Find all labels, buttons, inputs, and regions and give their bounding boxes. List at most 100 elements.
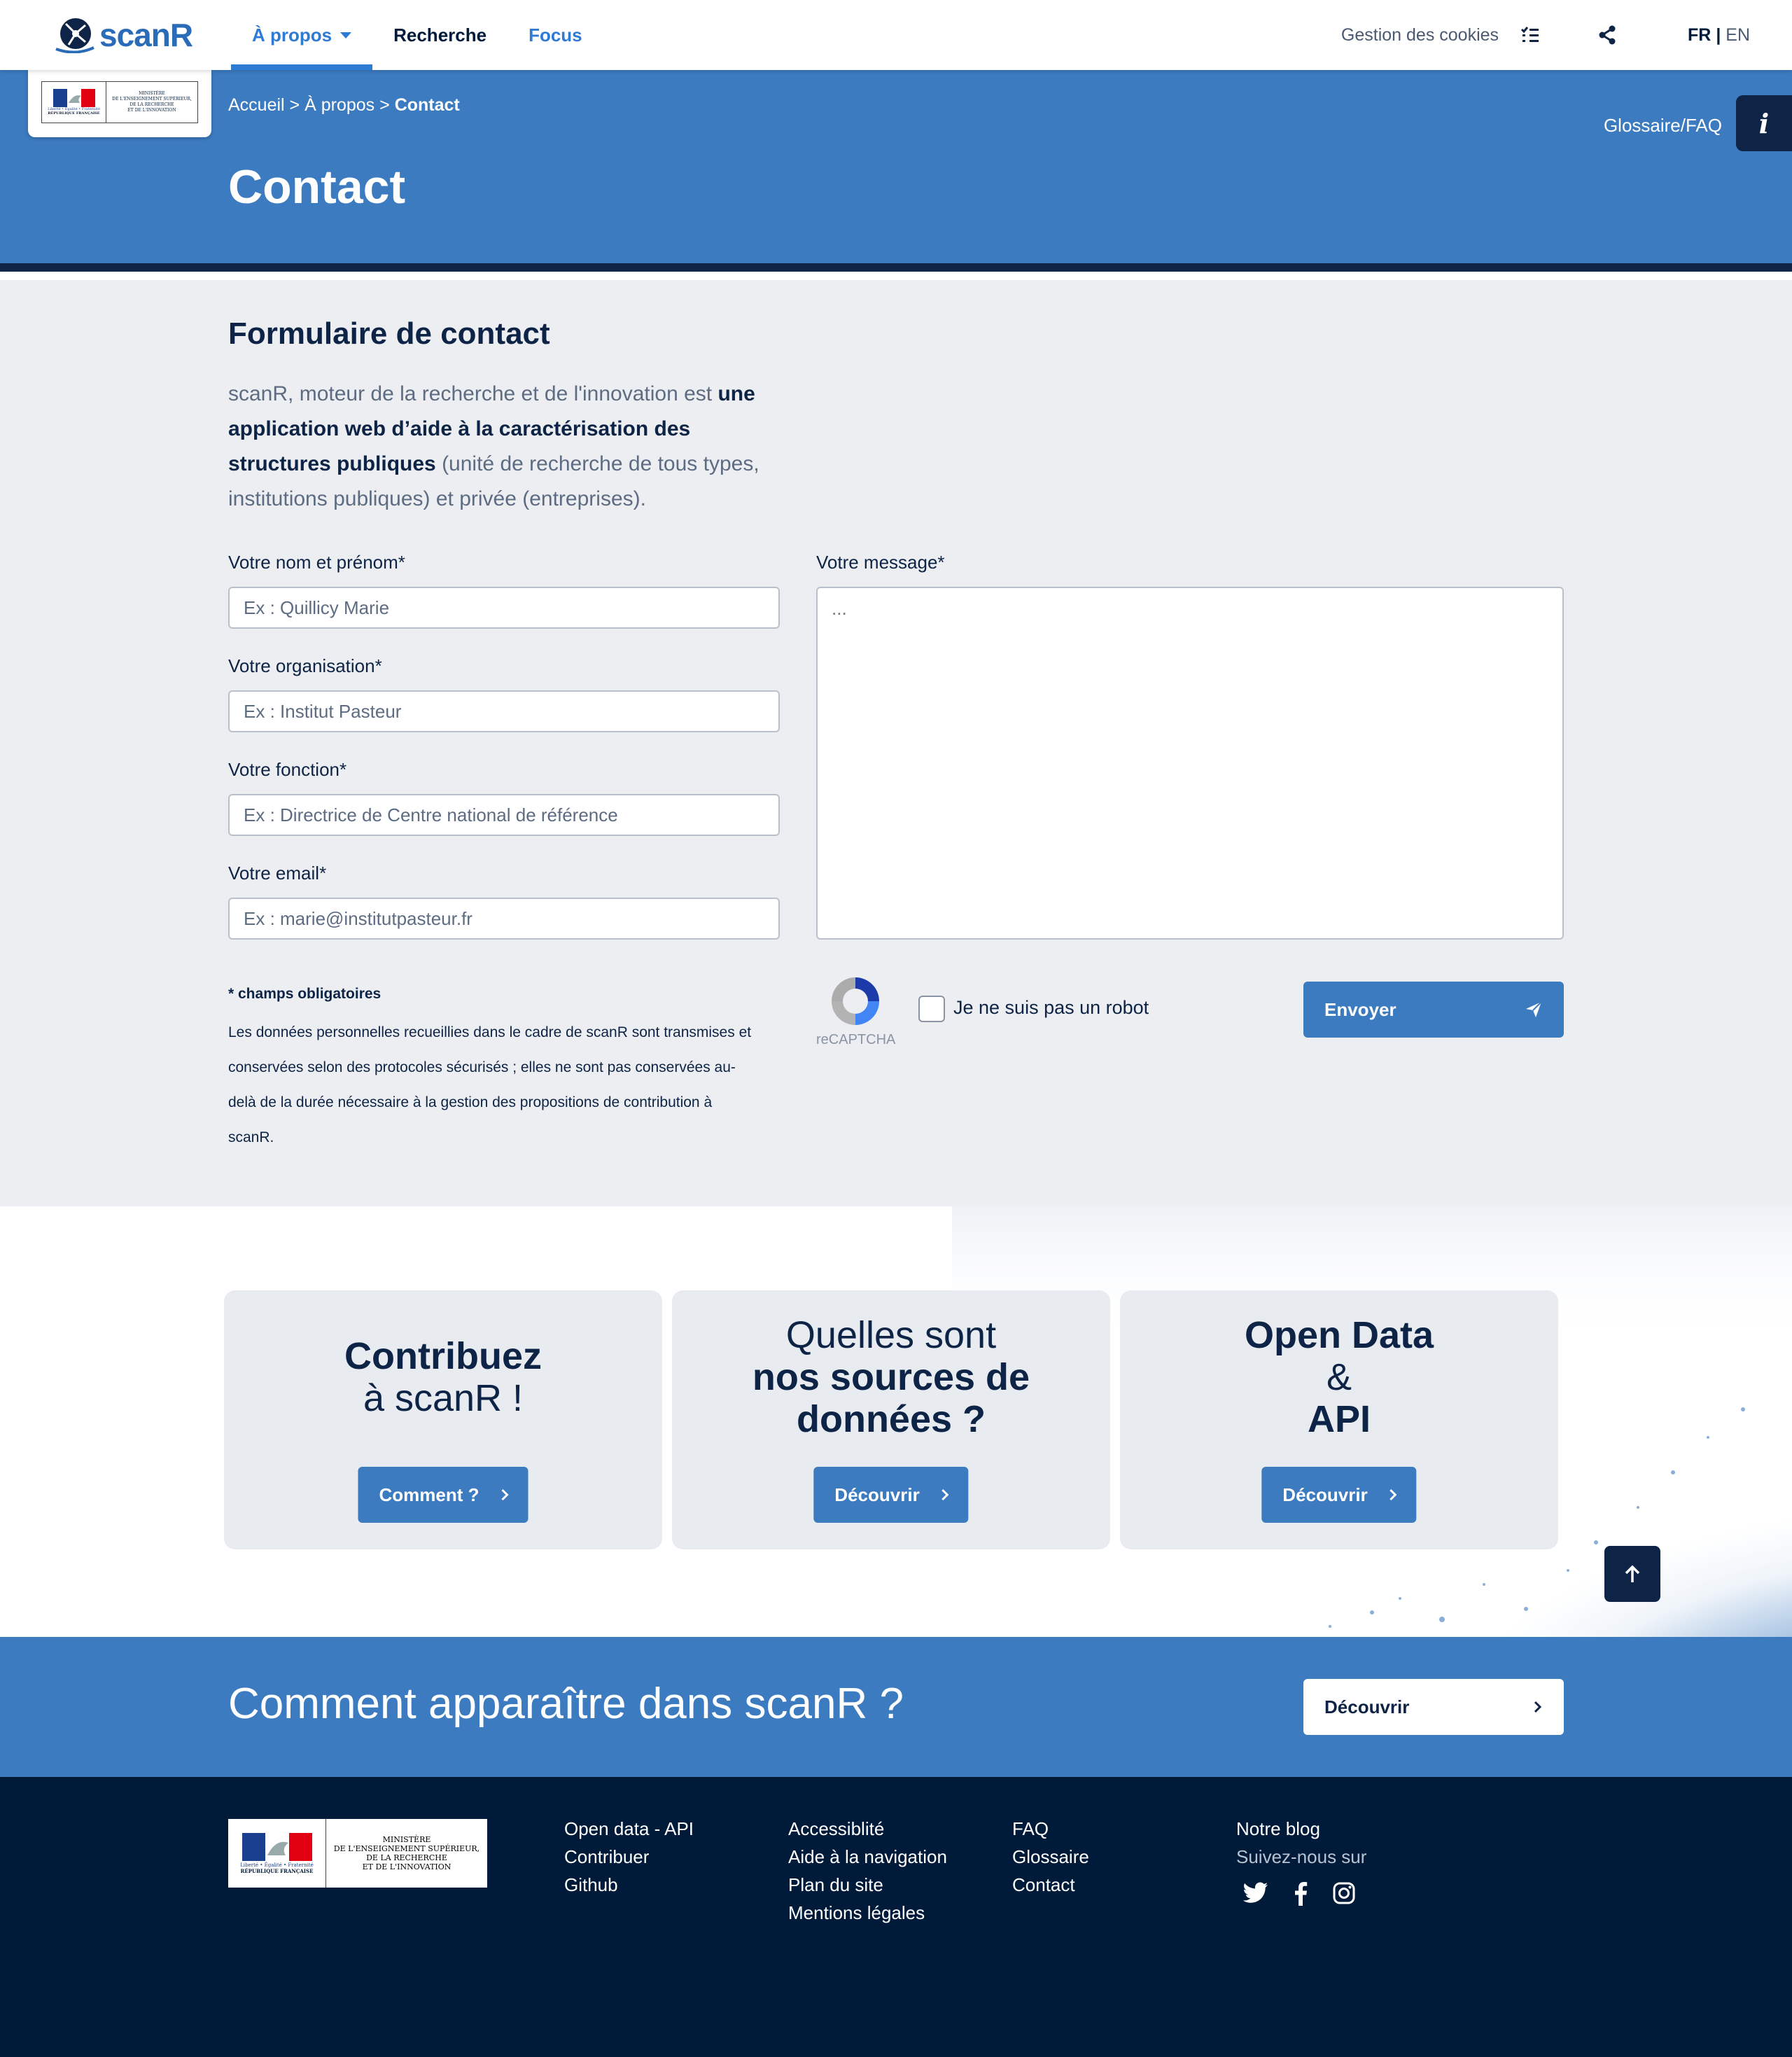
back-to-top-button[interactable] [1604,1546,1660,1602]
footer-link[interactable]: Open data - API [564,1815,694,1843]
footer-link[interactable]: FAQ [1012,1815,1089,1843]
footer-col-social: Notre blog Suivez-nous sur [1236,1815,1366,1906]
footer-link[interactable]: Github [564,1871,694,1899]
banner-title: Comment apparaître dans scanR ? [228,1680,904,1728]
social-links [1236,1882,1366,1906]
contribute-card: Contribuez à scanR ! Comment ? [224,1290,662,1549]
data-sources-card: Quelles sont nos sources de données ? Dé… [672,1290,1110,1549]
captcha-label: Je ne suis pas un robot [953,997,1149,1018]
banner-discover-button[interactable]: Découvrir [1303,1679,1564,1735]
data-sources-card-title: Quelles sont nos sources de données ? [672,1314,1110,1440]
footer-ministry-logo[interactable]: Liberté • Égalité • Fraternité RÉPUBLIQU… [228,1819,487,1888]
message-textarea[interactable] [816,587,1564,940]
nav-about-label: À propos [252,24,332,46]
marianne-flag-icon [241,1832,312,1861]
top-navbar: scanR À propos Recherche Focus Gestion d… [0,0,1792,70]
footer-link[interactable]: Glossaire [1012,1843,1089,1871]
card-title-bold: nos sources de [752,1356,1030,1398]
ministry-line1: MINISTÈRE [139,91,165,96]
cookies-link[interactable]: Gestion des cookies [1341,25,1499,46]
info-icon[interactable]: i [1736,95,1792,151]
lang-fr[interactable]: FR [1688,25,1711,45]
open-data-card: Open Data & API Découvrir [1120,1290,1558,1549]
contact-form-section: Formulaire de contact scanR, moteur de l… [0,280,1792,1206]
breadcrumb: Accueil > À propos > Contact [228,95,460,116]
open-data-card-title: Open Data & API [1120,1314,1558,1440]
glossary-faq-link[interactable]: Glossaire/FAQ [1604,115,1722,137]
contribute-button[interactable]: Comment ? [358,1467,528,1523]
breadcrumb-separator: > [289,95,300,115]
instagram-icon[interactable] [1333,1882,1355,1904]
email-input[interactable] [228,898,780,940]
facebook-icon[interactable] [1294,1882,1308,1906]
footer-col-1: Open data - API Contribuer Github [564,1815,694,1899]
footer-link[interactable]: Aide à la navigation [788,1843,947,1871]
recaptcha-widget: reCAPTCHA [816,973,895,1048]
card-title-bold: API [1307,1398,1371,1440]
role-input[interactable] [228,794,780,836]
breadcrumb-separator: > [379,95,390,115]
footer-link[interactable]: Contribuer [564,1843,694,1871]
recaptcha-brand: reCAPTCHA [816,1032,896,1047]
chevron-right-icon [1390,1488,1397,1501]
captcha-checkbox[interactable] [918,996,945,1022]
twitter-icon[interactable] [1243,1882,1268,1903]
site-footer: Liberté • Égalité • Fraternité RÉPUBLIQU… [0,1777,1792,2057]
arrow-up-icon [1625,1565,1640,1582]
breadcrumb-current: Contact [394,95,460,115]
nav-focus[interactable]: Focus [507,0,603,70]
list-check-icon[interactable] [1520,25,1541,46]
marianne-flag-icon [52,89,95,107]
breadcrumb-about[interactable]: À propos [304,95,374,115]
follow-us-label: Suivez-nous sur [1236,1846,1367,1867]
card-title-bold: Open Data [1244,1314,1434,1356]
open-data-button[interactable]: Découvrir [1261,1467,1417,1523]
name-label: Votre nom et prénom* [228,552,405,573]
how-to-appear-banner: Comment apparaître dans scanR ? Découvri… [0,1637,1792,1777]
cards-section: Contribuez à scanR ! Comment ? Quelles s… [0,1206,1792,1637]
message-label: Votre message* [816,552,945,573]
recaptcha-icon [832,977,879,1025]
nav-about[interactable]: À propos [231,0,373,70]
button-label: Découvrir [834,1484,920,1505]
scanr-logo-icon [55,18,94,53]
button-label: Découvrir [1324,1696,1410,1717]
nav-search[interactable]: Recherche [372,0,507,70]
scanr-logo[interactable]: scanR [55,15,193,55]
lang-separator: | [1716,25,1721,45]
card-title-text: & [1326,1356,1352,1398]
ministry-logo-frame: Liberté • Égalité • Fraternité RÉPUBLIQU… [41,81,198,123]
footer-link[interactable]: Mentions légales [788,1899,947,1927]
ministry-line3: DE LA RECHERCHE [130,102,174,107]
page-title: Contact [228,160,406,214]
footer-col-3: FAQ Glossaire Contact [1012,1815,1089,1899]
footer-link[interactable]: Accessiblité [788,1815,947,1843]
language-switch: FR | EN [1688,25,1750,46]
blog-link[interactable]: Notre blog [1236,1815,1366,1843]
chevron-right-icon [501,1488,509,1501]
page-hero: Liberté • Égalité • Fraternité RÉPUBLIQU… [0,67,1792,272]
organization-input[interactable] [228,690,780,732]
chevron-right-icon [1534,1701,1542,1713]
share-icon[interactable] [1597,25,1618,46]
required-note: * champs obligatoires [228,986,382,1002]
contribute-card-title: Contribuez à scanR ! [224,1335,662,1419]
data-sources-button[interactable]: Découvrir [813,1467,969,1523]
footer-link[interactable]: Contact [1012,1871,1089,1899]
chevron-right-icon [941,1488,949,1501]
lang-en[interactable]: EN [1726,25,1750,45]
header-right: Gestion des cookies FR | EN [1341,0,1750,70]
ministry-line2: DE L'ENSEIGNEMENT SUPÉRIEUR, [333,1844,480,1853]
chevron-down-icon [340,32,352,39]
footer-link[interactable]: Plan du site [788,1871,947,1899]
breadcrumb-home[interactable]: Accueil [228,95,285,115]
card-title-text: à scanR ! [363,1377,524,1419]
form-title: Formulaire de contact [228,316,550,351]
name-input[interactable] [228,587,780,629]
email-label: Votre email* [228,863,327,884]
submit-button[interactable]: Envoyer [1303,982,1564,1038]
form-intro: scanR, moteur de la recherche et de l'in… [228,377,760,517]
logo-text: scanR [99,17,193,53]
ministry-logo[interactable]: Liberté • Égalité • Fraternité RÉPUBLIQU… [28,67,211,137]
ministry-line2: DE L'ENSEIGNEMENT SUPÉRIEUR, [112,97,192,102]
